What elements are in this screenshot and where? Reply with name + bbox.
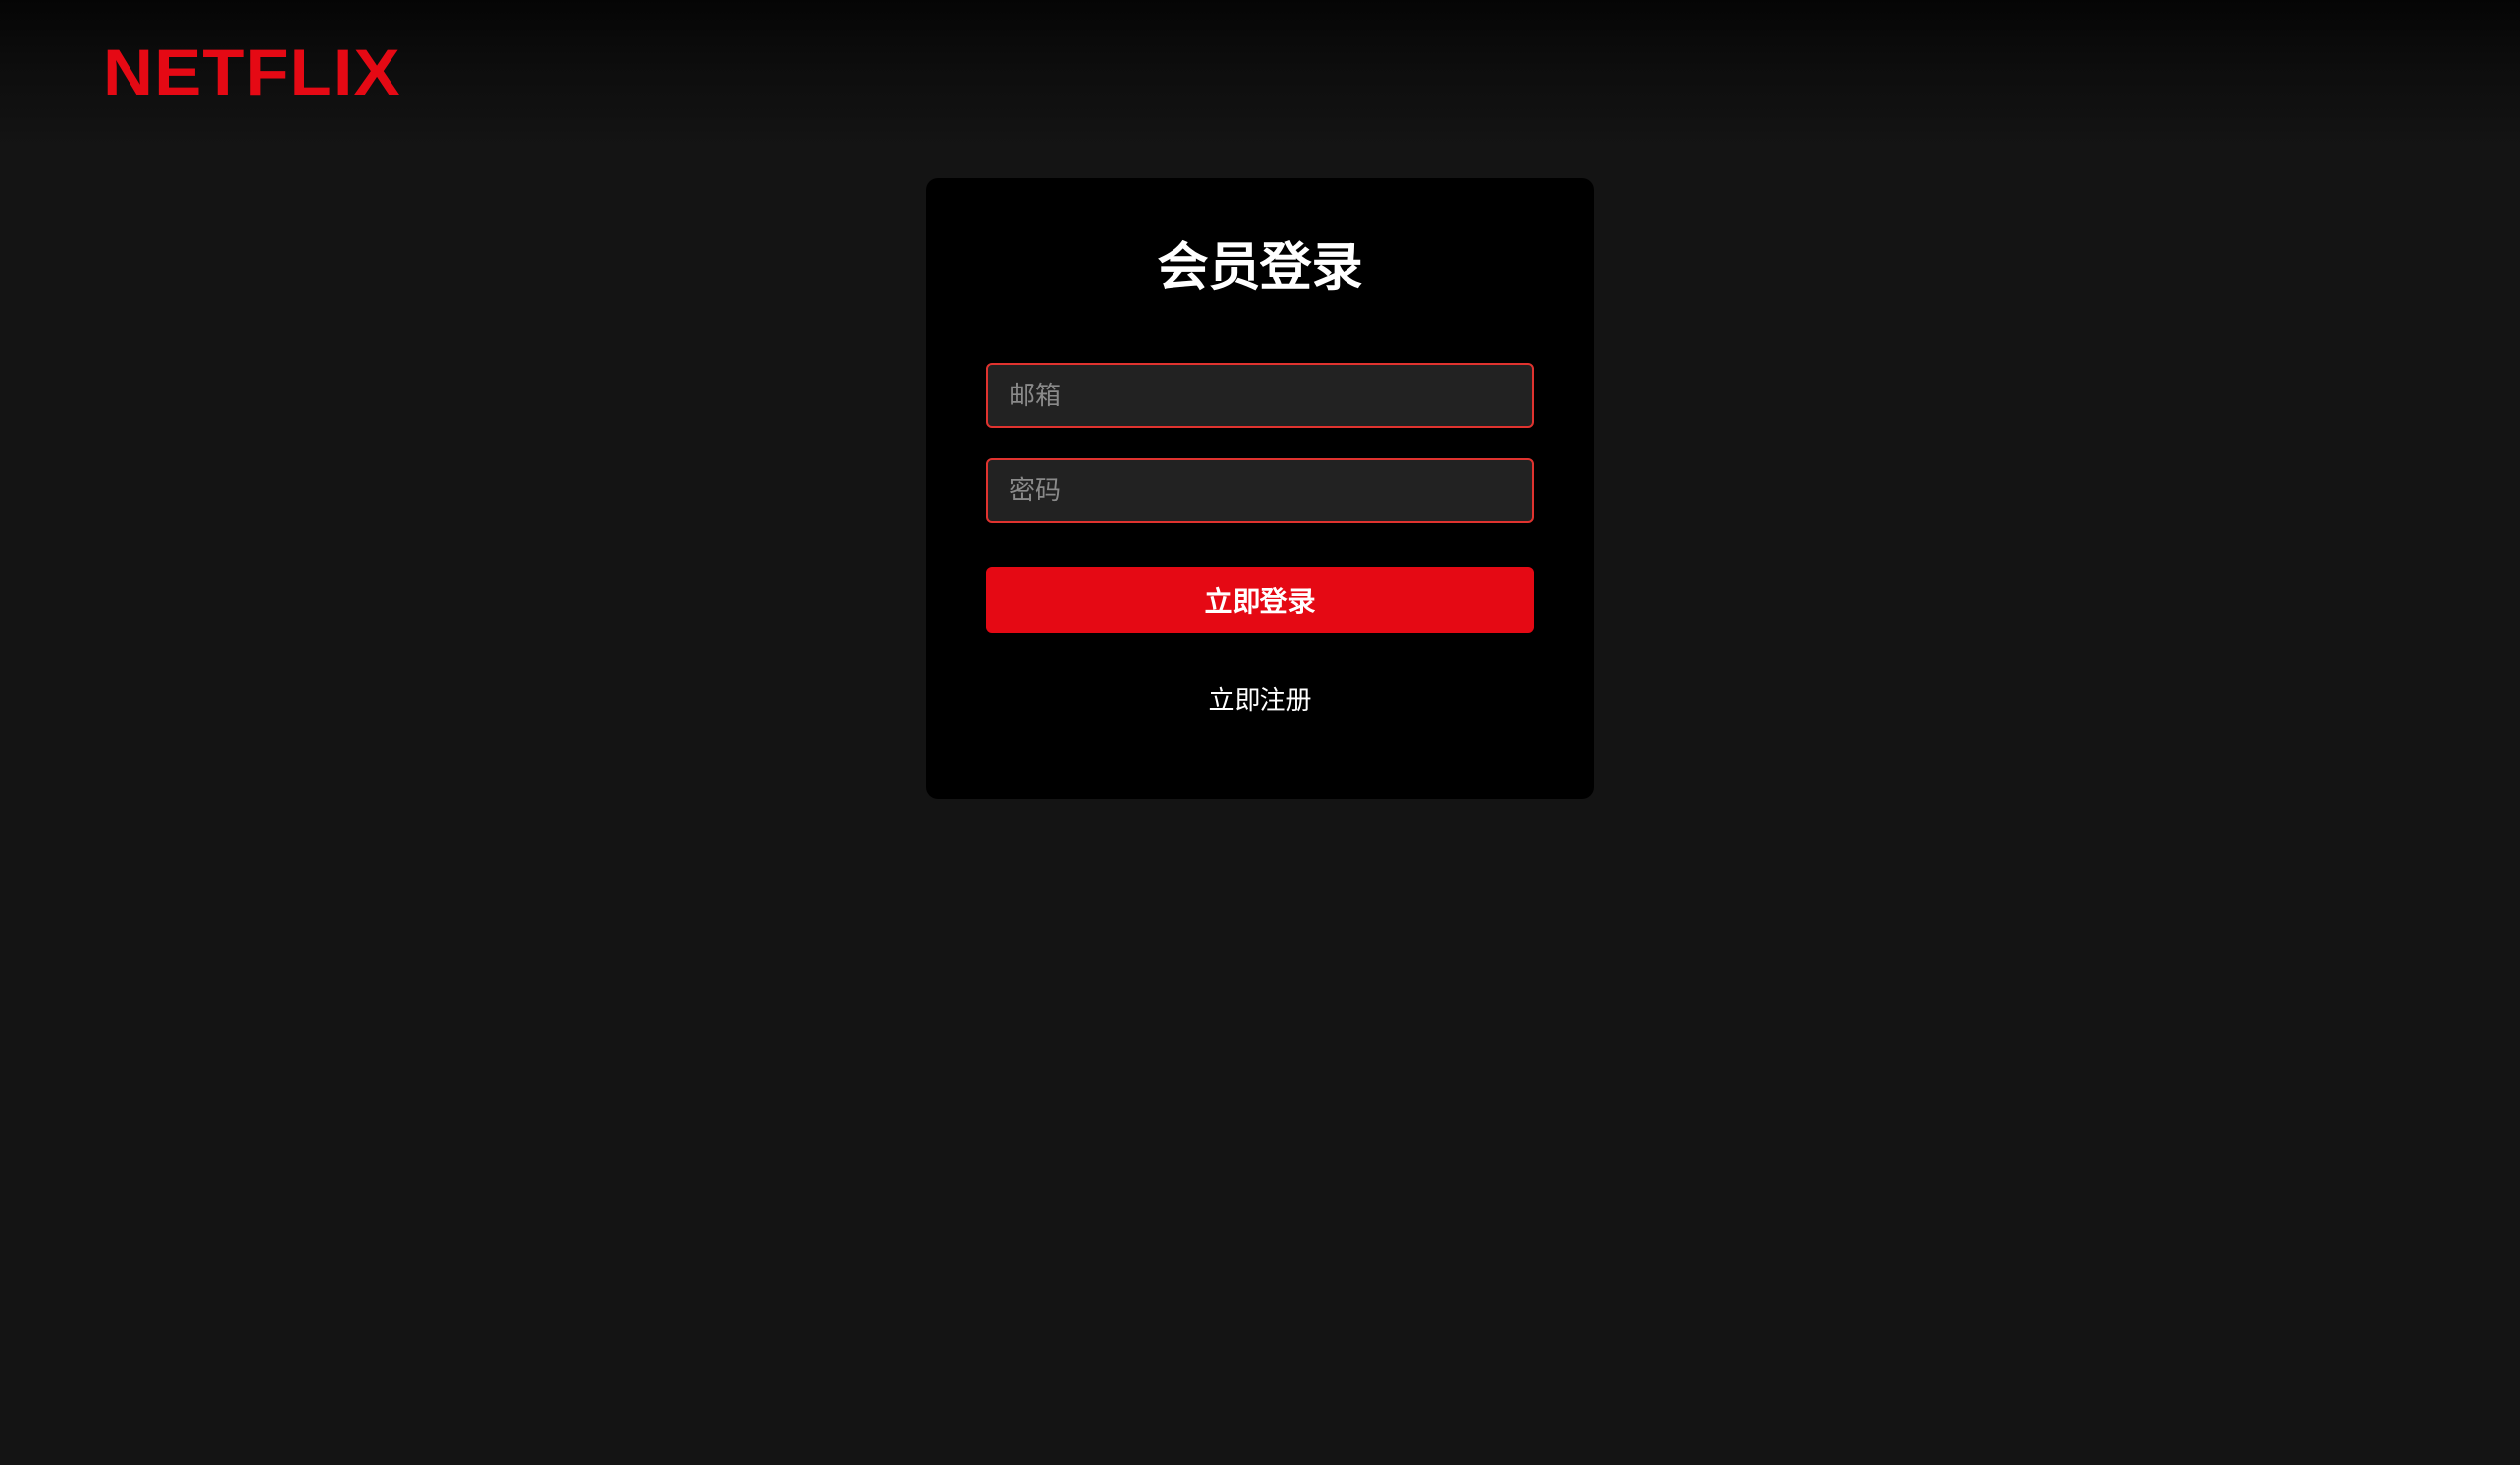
email-input[interactable] (986, 363, 1534, 428)
login-page: NETFLIX 会员登录 立即登录 立即注册 (0, 0, 2520, 1465)
top-header: NETFLIX (0, 0, 2520, 148)
login-button[interactable]: 立即登录 (986, 567, 1534, 633)
netflix-logo[interactable]: NETFLIX (103, 40, 401, 105)
password-input[interactable] (986, 458, 1534, 523)
login-title: 会员登录 (1157, 239, 1363, 297)
register-link-container: 立即注册 (0, 682, 2520, 723)
register-link[interactable]: 立即注册 (1208, 685, 1311, 715)
